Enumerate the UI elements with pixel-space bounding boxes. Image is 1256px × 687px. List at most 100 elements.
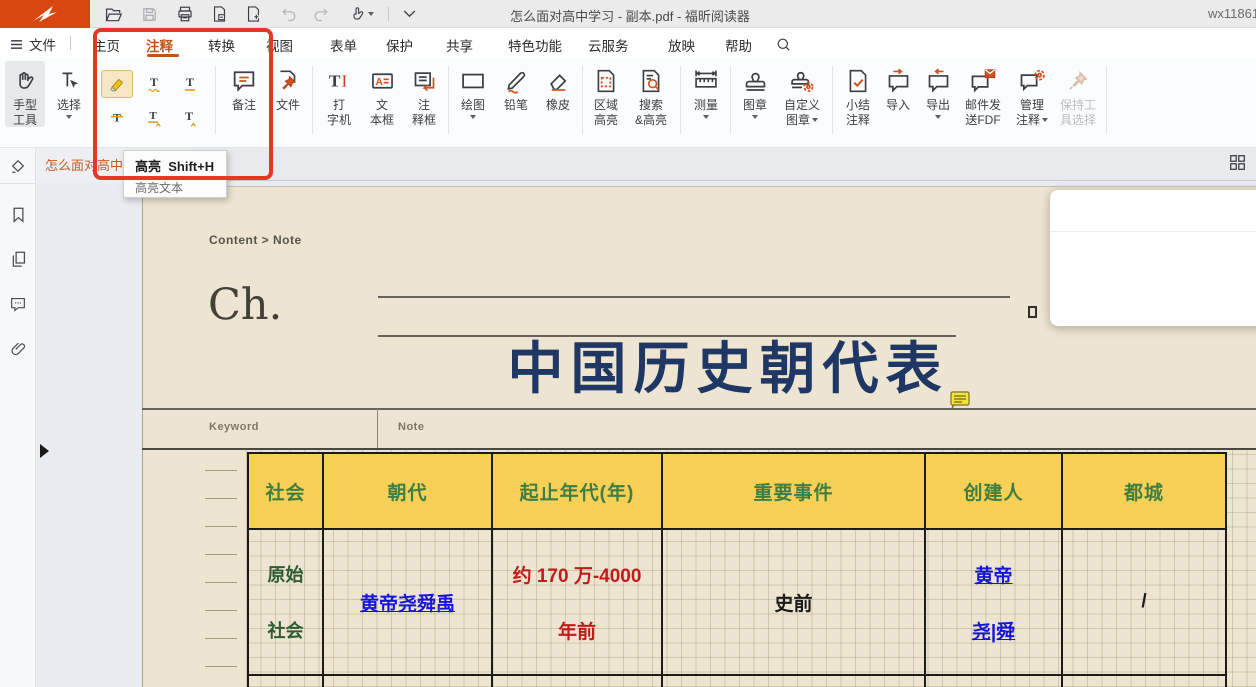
strikeout-icon: T [106,107,128,129]
underline-icon: T [179,73,201,95]
print-button[interactable] [174,4,196,24]
replace-text-tool-button[interactable]: T [138,104,170,132]
summarize-label-1: 小结 [846,98,870,113]
squiggly-tool-button[interactable]: T [138,70,170,98]
menu-tab-features[interactable]: 特色功能 [508,35,562,55]
bookmarks-panel-icon[interactable] [7,204,29,226]
sidebar-collapse-handle[interactable] [40,444,49,458]
header-cell-founder: 创建人 [926,452,1063,530]
header-cell-capital: 都城 [1063,452,1227,530]
export-dropdown-arrow[interactable] [935,115,941,119]
dynasty-link[interactable]: 黄帝尧舜禹 [360,589,455,616]
svg-text:T: T [150,75,158,89]
search-icon[interactable] [772,34,794,54]
file-menu-button[interactable]: 文件 [10,34,56,54]
menu-tab-view[interactable]: 视图 [266,35,293,55]
strikeout-tool-button[interactable]: T [101,104,133,132]
callout-button[interactable]: 注 释框 [404,61,444,127]
custom-stamp-label-2: 图章 [786,113,818,128]
note-bubble-icon [230,61,258,95]
pages-panel-icon[interactable] [7,248,29,270]
measure-label: 测量 [694,98,718,113]
header-cell-society: 社会 [247,452,324,530]
area-highlight-button[interactable]: 区域 高亮 [586,61,626,127]
highlight-tool-button[interactable] [101,70,133,98]
replace-text-icon: T [143,107,165,129]
callout-label-1: 注 [418,98,430,113]
undo-button[interactable] [278,4,300,24]
manage-comments-dropdown-arrow[interactable] [1042,118,1048,122]
note-comment-button[interactable]: 备注 [222,61,266,113]
menu-tab-convert[interactable]: 转换 [208,35,235,55]
custom-stamp-button[interactable]: 自定义 图章 [776,61,828,127]
measure-button[interactable]: 测量 [686,61,726,119]
comments-panel-icon[interactable] [7,293,29,315]
menu-tab-form[interactable]: 表单 [330,35,357,55]
highlight-tooltip: 高亮 Shift+H 高亮文本 [123,150,227,198]
manage-comments-button[interactable]: 管理 注释 [1010,61,1054,127]
save-button[interactable] [138,4,160,24]
drawing-button[interactable]: 绘图 [452,61,494,119]
hamburger-icon [10,39,23,50]
ribbon-separator [680,66,681,134]
titlebar-separator [388,7,389,21]
foxit-logo-icon[interactable] [0,0,90,28]
menu-tab-slideshow[interactable]: 放映 [668,35,695,55]
search-highlight-button[interactable]: 搜索 &高亮 [628,61,674,127]
measure-dropdown-arrow[interactable] [703,115,709,119]
menu-tab-share[interactable]: 共享 [446,35,473,55]
menu-tab-home[interactable]: 主页 [93,35,120,55]
search-highlight-icon [638,61,664,95]
notification-header [1050,190,1256,232]
touch-mode-dropdown-arrow[interactable] [368,12,374,16]
menu-tab-cloud[interactable]: 云服务 [588,35,629,55]
open-file-button[interactable] [102,4,124,24]
attach-file-button[interactable]: 文件 [268,61,308,113]
file-menu-label: 文件 [29,34,56,54]
import-comments-button[interactable]: 导入 [880,61,916,113]
summarize-comments-button[interactable]: 小结 注释 [838,61,878,127]
typewriter-button[interactable]: TI 打 字机 [318,61,360,127]
email-fdf-button[interactable]: 邮件发 送FDF [958,61,1008,127]
export-comments-button[interactable]: 导出 [919,61,957,119]
manage-comments-label-2: 注释 [1016,113,1048,128]
custom-stamp-dropdown-arrow[interactable] [812,118,818,122]
select-tool-button[interactable]: 选择 [48,61,90,119]
touch-mode-button[interactable] [344,4,378,24]
cell-event: 史前 [663,530,926,676]
email-fdf-label-2: 送FDF [965,113,1000,128]
new-doc-button[interactable] [242,4,264,24]
insert-text-tool-button[interactable]: T [174,104,206,132]
redo-button[interactable] [310,4,332,24]
annotations-panel-icon[interactable] [7,155,29,177]
rectangle-shape-icon [459,61,487,95]
tooltip-subtitle: 高亮文本 [135,179,226,196]
drawing-dropdown-arrow[interactable] [470,115,476,119]
menu-tab-protect[interactable]: 保护 [386,35,413,55]
sticky-note-annotation-icon[interactable] [950,391,971,409]
area-highlight-icon [593,61,619,95]
ribbon-separator [312,66,313,134]
stamp-button[interactable]: 图章 [735,61,775,119]
underline-tool-button[interactable]: T [174,70,206,98]
textbox-label-2: 本框 [370,113,394,128]
header-cell-period: 起止年代(年) [493,452,663,530]
pencil-button[interactable]: 铅笔 [497,61,535,113]
textbox-button[interactable]: A 文 本框 [362,61,402,127]
tab-list-grid-icon[interactable] [1226,152,1248,172]
keep-tool-selected-button[interactable]: 保持工 具选择 [1056,61,1100,127]
founder-link-2[interactable]: 尧|舜 [972,617,1015,644]
attachments-panel-icon[interactable] [7,338,29,360]
hand-tool-button[interactable]: 手型 工具 [5,61,45,127]
select-dropdown-arrow[interactable] [66,115,72,119]
area-highlight-label-2: 高亮 [594,113,618,128]
highlighter-icon [106,73,128,95]
founder-link-1[interactable]: 黄帝 [974,561,1012,588]
svg-text:A: A [375,77,383,88]
textbox-icon: A [369,61,396,95]
stamp-dropdown-arrow[interactable] [752,115,758,119]
menu-tab-comment[interactable]: 注释 [146,35,173,55]
menu-tab-help[interactable]: 帮助 [725,35,752,55]
doc-organize-button[interactable] [208,4,230,24]
eraser-button[interactable]: 橡皮 [539,61,577,113]
